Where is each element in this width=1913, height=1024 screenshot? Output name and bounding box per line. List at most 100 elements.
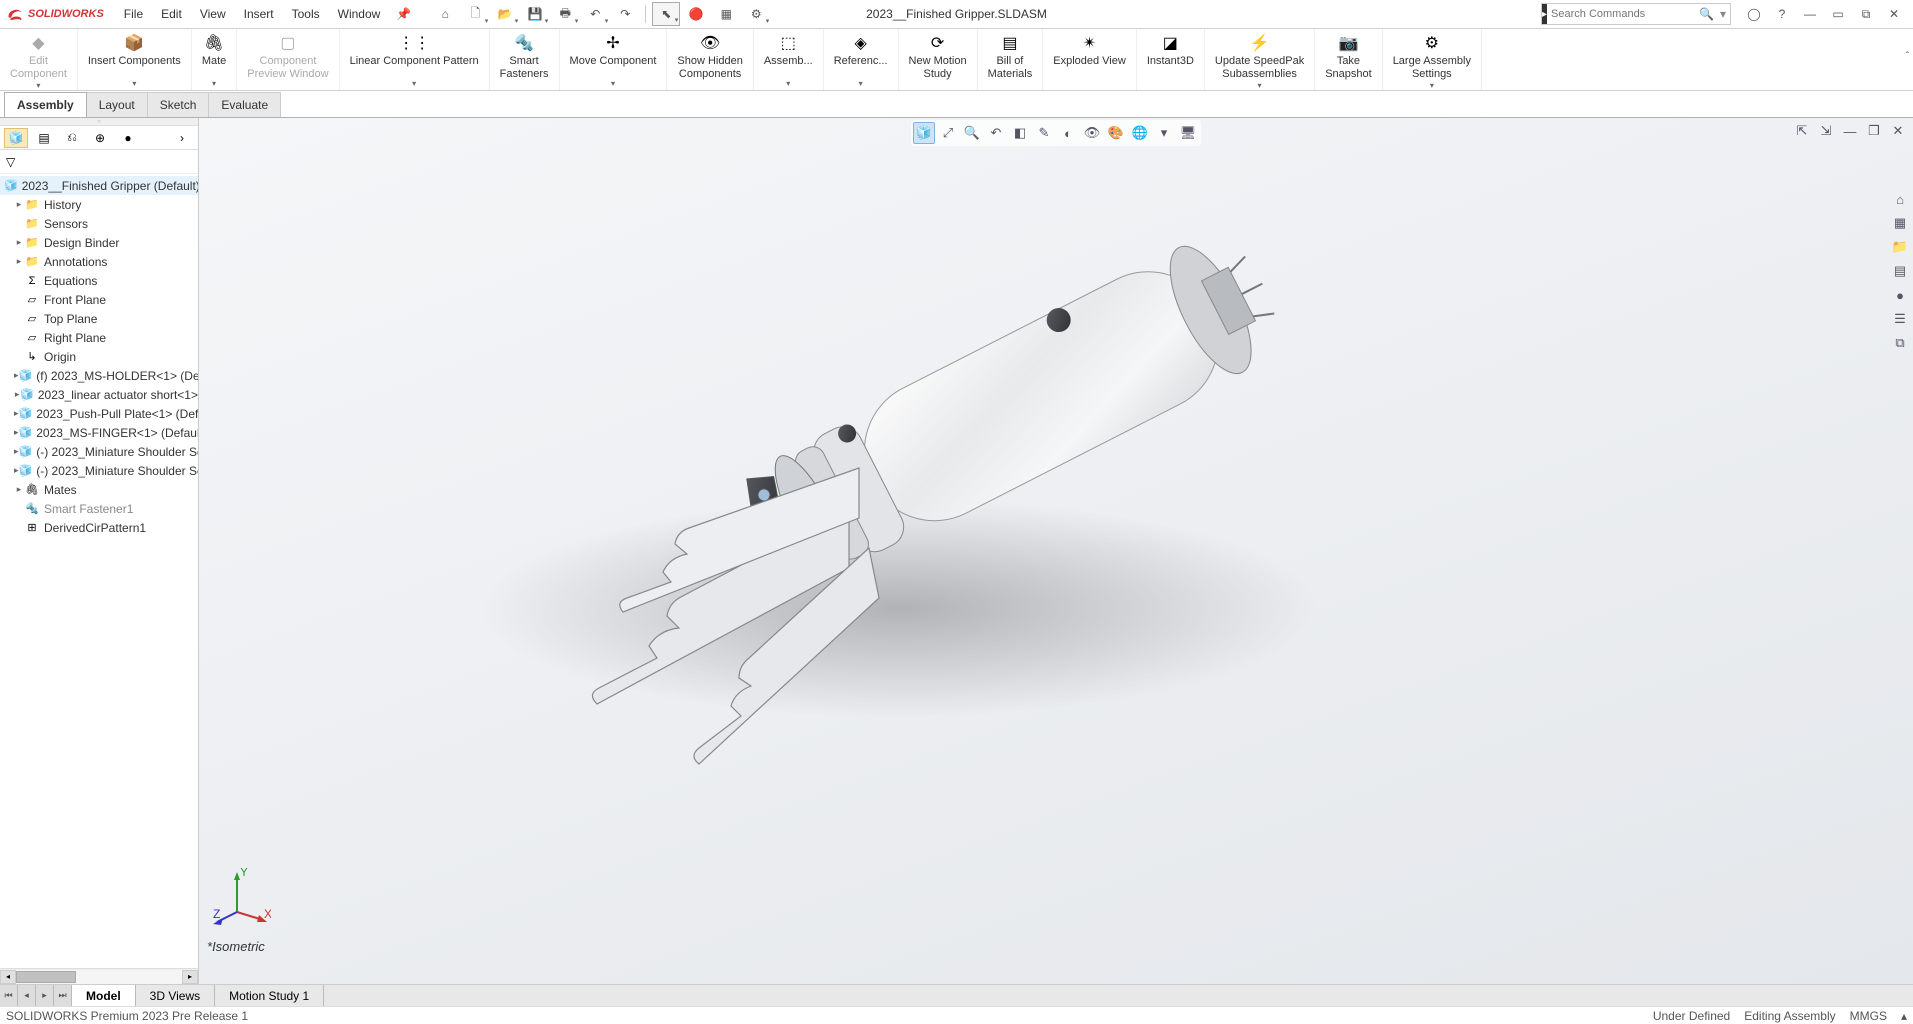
taskpane-explorer-icon[interactable]: 📁 xyxy=(1889,236,1911,258)
dynamic-annotation-button[interactable]: ✎ xyxy=(1033,122,1055,144)
tree-item[interactable]: ▸🧊(-) 2023_Miniature Shoulder Sc xyxy=(0,461,198,480)
config-manager-tab[interactable]: ⎌ xyxy=(60,128,84,148)
apply-scene-button[interactable]: 🌐 xyxy=(1129,122,1151,144)
search-commands-box[interactable]: ▸ 🔍 ▾ xyxy=(1541,3,1731,25)
tree-item[interactable]: ⊞DerivedCirPattern1 xyxy=(0,518,198,537)
collapse-ribbon-icon[interactable]: ˆ xyxy=(1906,51,1909,62)
viewport-maximize-icon[interactable]: ❐ xyxy=(1863,120,1885,142)
menu-edit[interactable]: Edit xyxy=(153,3,190,25)
smart-fasteners-button[interactable]: 🔩Smart Fasteners xyxy=(490,29,560,90)
menu-insert[interactable]: Insert xyxy=(236,3,282,25)
show-hidden-button[interactable]: 👁Show Hidden Components xyxy=(667,29,753,90)
scroll-right-icon[interactable]: ▸ xyxy=(182,970,198,984)
menu-tools[interactable]: Tools xyxy=(284,3,328,25)
tree-item[interactable]: ▱Right Plane xyxy=(0,328,198,347)
tree-item[interactable]: ▸🧊2023_linear actuator short<1> xyxy=(0,385,198,404)
taskpane-appearances-icon[interactable]: ● xyxy=(1889,284,1911,306)
pin-icon[interactable]: 📌 xyxy=(396,7,411,21)
tree-item[interactable]: ↳Origin xyxy=(0,347,198,366)
redo-button[interactable]: ↷ xyxy=(611,2,639,26)
assembly-features-button[interactable]: ⬚Assemb...▾ xyxy=(754,29,824,90)
hide-show-button[interactable]: 👁 xyxy=(1081,122,1103,144)
rebuild-button[interactable]: 🔴 xyxy=(682,2,710,26)
take-snapshot-button[interactable]: 📷Take Snapshot xyxy=(1315,29,1382,90)
search-input[interactable] xyxy=(1547,8,1697,20)
taskpane-library-icon[interactable]: ▦ xyxy=(1889,212,1911,234)
reference-geometry-button[interactable]: ◈Referenc...▾ xyxy=(824,29,899,90)
tree-item[interactable]: ▱Top Plane xyxy=(0,309,198,328)
doc-options-button[interactable]: ▦ xyxy=(712,2,740,26)
panel-splitter[interactable] xyxy=(0,118,198,126)
new-motion-study-button[interactable]: ⟳New Motion Study xyxy=(899,29,978,90)
exploded-view-button[interactable]: ✴Exploded View xyxy=(1043,29,1137,90)
tree-item[interactable]: ▸🧊2023_MS-FINGER<1> (Default xyxy=(0,423,198,442)
instant3d-button[interactable]: ◪Instant3D xyxy=(1137,29,1205,90)
render-tools-button[interactable]: 🖥 xyxy=(1177,122,1199,144)
new-doc-button[interactable]: 🗋 xyxy=(461,2,489,26)
settings-gear-button[interactable]: ⚙ xyxy=(742,2,770,26)
tab-assembly[interactable]: Assembly xyxy=(4,92,87,118)
tree-item[interactable]: ▸📁History xyxy=(0,195,198,214)
edit-component-button[interactable]: ◆Edit Component▾ xyxy=(0,29,78,90)
tree-item[interactable]: ▸🧊(f) 2023_MS-HOLDER<1> (Def xyxy=(0,366,198,385)
graphics-viewport[interactable]: 🧊 ⤢ 🔍 ↶ ◧ ✎ ◐ 👁 🎨 🌐 ▾ 🖥 ⇱ ⇲ — ❐ ✕ ⌂ ▦ 📁 … xyxy=(199,118,1913,984)
section-view-button[interactable]: ◧ xyxy=(1009,122,1031,144)
edit-appearance-button[interactable]: 🎨 xyxy=(1105,122,1127,144)
orientation-triad[interactable]: Y X Z xyxy=(211,868,271,928)
tree-hscrollbar[interactable]: ◂ ▸ xyxy=(0,968,198,984)
feature-tree-tab[interactable]: 🧊 xyxy=(4,128,28,148)
tab-layout[interactable]: Layout xyxy=(86,92,148,117)
expand-icon[interactable]: ▸ xyxy=(14,199,24,210)
undo-button[interactable]: ↶ xyxy=(581,2,609,26)
scroll-track[interactable] xyxy=(16,970,182,984)
viewport-dock-icon[interactable]: ⇲ xyxy=(1815,120,1837,142)
tree-root[interactable]: 🧊2023__Finished Gripper (Default) xyxy=(0,176,198,195)
bom-button[interactable]: ▤Bill of Materials xyxy=(978,29,1044,90)
feature-tree[interactable]: 🧊2023__Finished Gripper (Default) ▸📁Hist… xyxy=(0,174,198,968)
tab-nav-first-icon[interactable]: ⏮ xyxy=(0,985,18,1006)
scroll-left-icon[interactable]: ◂ xyxy=(0,970,16,984)
tab-nav-next-icon[interactable]: ▸ xyxy=(36,985,54,1006)
tab-nav-prev-icon[interactable]: ◂ xyxy=(18,985,36,1006)
insert-components-button[interactable]: 📦Insert Components▾ xyxy=(78,29,192,90)
select-tool-button[interactable]: ⬉ xyxy=(652,2,680,26)
component-preview-button[interactable]: ▢Component Preview Window xyxy=(237,29,339,90)
scroll-thumb[interactable] xyxy=(16,971,76,983)
taskpane-resources-icon[interactable]: ⌂ xyxy=(1889,188,1911,210)
tab-sketch[interactable]: Sketch xyxy=(147,92,210,117)
property-manager-tab[interactable]: ▤ xyxy=(32,128,56,148)
speedpak-button[interactable]: ⚡Update SpeedPak Subassemblies▾ xyxy=(1205,29,1315,90)
menu-view[interactable]: View xyxy=(192,3,234,25)
print-button[interactable]: 🖶 xyxy=(551,2,579,26)
bottom-tab-motion[interactable]: Motion Study 1 xyxy=(215,985,324,1006)
dimxpert-tab[interactable]: ⊕ xyxy=(88,128,112,148)
expand-icon[interactable]: ▸ xyxy=(14,256,24,267)
bottom-tab-3dviews[interactable]: 3D Views xyxy=(136,985,215,1006)
view-settings-button[interactable]: ▾ xyxy=(1153,122,1175,144)
status-chevron-icon[interactable]: ▴ xyxy=(1901,1009,1907,1023)
search-glass-icon[interactable]: 🔍 xyxy=(1697,7,1716,21)
restore-button[interactable]: ▭ xyxy=(1827,3,1849,25)
large-assembly-button[interactable]: ⚙Large Assembly Settings▾ xyxy=(1383,29,1482,90)
tab-evaluate[interactable]: Evaluate xyxy=(208,92,281,117)
tree-item[interactable]: ▱Front Plane xyxy=(0,290,198,309)
tree-item[interactable]: ΣEquations xyxy=(0,271,198,290)
user-icon[interactable]: ◯ xyxy=(1743,3,1765,25)
flyout-icon[interactable]: › xyxy=(170,128,194,148)
taskpane-palette-icon[interactable]: ▤ xyxy=(1889,260,1911,282)
move-component-button[interactable]: ✢Move Component▾ xyxy=(560,29,668,90)
expand-icon[interactable]: ▸ xyxy=(14,484,24,495)
maximize-button[interactable]: ⧉ xyxy=(1855,3,1877,25)
viewport-minimize-icon[interactable]: — xyxy=(1839,120,1861,142)
help-icon[interactable]: ? xyxy=(1771,3,1793,25)
bottom-tab-model[interactable]: Model xyxy=(72,985,136,1006)
tree-item[interactable]: 📁Sensors xyxy=(0,214,198,233)
viewport-undock-icon[interactable]: ⇱ xyxy=(1791,120,1813,142)
close-button[interactable]: ✕ xyxy=(1883,3,1905,25)
save-button[interactable]: 💾 xyxy=(521,2,549,26)
view-orientation-button[interactable]: 🧊 xyxy=(913,122,935,144)
tree-item[interactable]: ▸📁Annotations xyxy=(0,252,198,271)
tree-filter-bar[interactable]: ▽ xyxy=(0,150,198,174)
zoom-fit-button[interactable]: ⤢ xyxy=(937,122,959,144)
mate-button[interactable]: 🖇Mate▾ xyxy=(192,29,237,90)
